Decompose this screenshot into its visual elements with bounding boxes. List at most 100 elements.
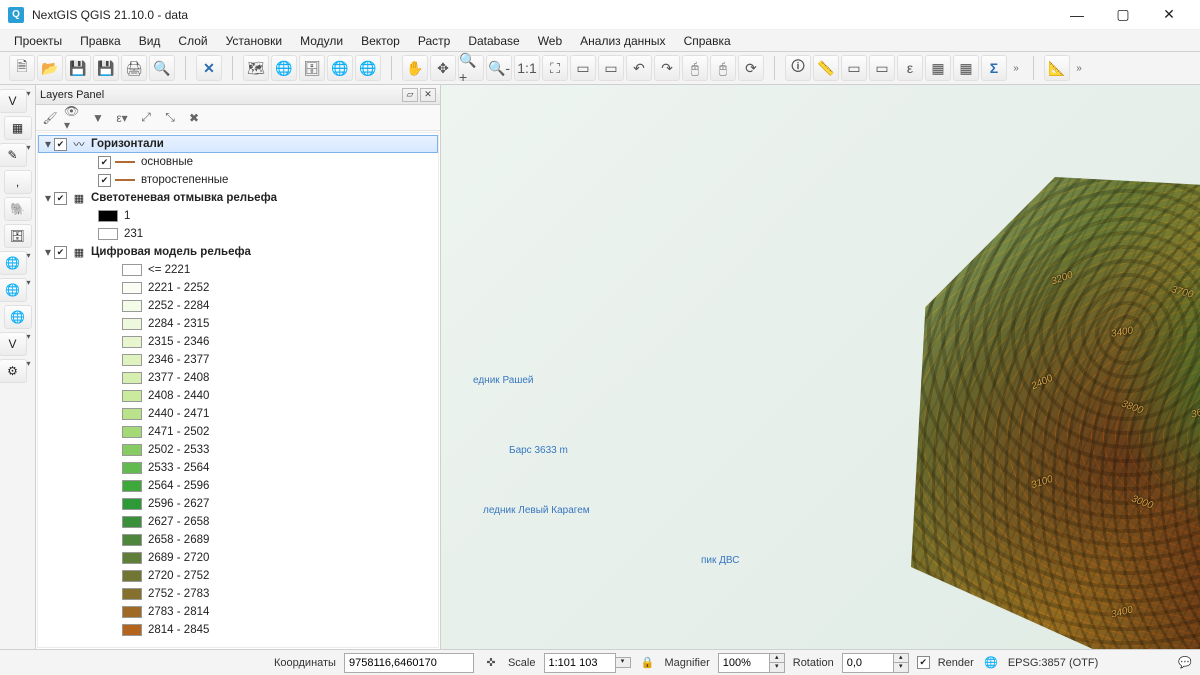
zoom-selection-button[interactable]: ▭ [570, 55, 596, 81]
crs-icon[interactable]: 🌐 [982, 654, 1000, 672]
legend-dem-class[interactable]: 2284 - 2315 [38, 315, 438, 333]
virtual-layer-button[interactable]: V [0, 332, 27, 356]
visibility-checkbox[interactable] [54, 192, 67, 205]
magnifier-input[interactable] [718, 653, 770, 673]
rotation-spinner[interactable]: ▴▾ [894, 653, 909, 673]
attribute-table-button[interactable]: ▦ [925, 55, 951, 81]
scale-input[interactable] [544, 653, 616, 673]
caret-icon[interactable]: ▾ [42, 191, 54, 205]
legend-dem-class[interactable]: 2408 - 2440 [38, 387, 438, 405]
menu-модули[interactable]: Модули [292, 32, 351, 50]
render-checkbox[interactable] [917, 656, 930, 669]
zoom-in-button[interactable]: 🔍+ [458, 55, 484, 81]
menu-database[interactable]: Database [460, 32, 527, 50]
zoom-full-button[interactable]: ⛶ [542, 55, 568, 81]
zoom-last-button[interactable]: ↶ [626, 55, 652, 81]
rotation-input[interactable] [842, 653, 894, 673]
menu-установки[interactable]: Установки [218, 32, 290, 50]
add-wfs-layer-button[interactable]: 🌐 [4, 305, 32, 329]
visibility-checkbox[interactable] [54, 246, 67, 259]
style-manager-icon[interactable]: 🖌 [40, 108, 60, 128]
filter-legend-icon[interactable]: ▼ [88, 108, 108, 128]
menu-web[interactable]: Web [530, 32, 570, 50]
identify-button[interactable]: 🖰 [710, 55, 736, 81]
add-spatialite-button[interactable]: 🗄 [4, 224, 32, 248]
add-wms-layer-button[interactable]: 🌐 [0, 251, 27, 275]
legend-dem-class[interactable]: 2720 - 2752 [38, 567, 438, 585]
legend-dem-class[interactable]: 2440 - 2471 [38, 405, 438, 423]
legend-hillshade-item[interactable]: 231 [38, 225, 438, 243]
refresh-map-button[interactable]: ⟳ [738, 55, 764, 81]
menu-вид[interactable]: Вид [131, 32, 169, 50]
menu-правка[interactable]: Правка [72, 32, 129, 50]
menu-справка[interactable]: Справка [676, 32, 739, 50]
panel-close-button[interactable]: ✕ [420, 88, 436, 102]
remove-layer-icon[interactable]: ✖ [184, 108, 204, 128]
scale-dropdown[interactable]: ▾ [616, 657, 631, 668]
legend-dem-class[interactable]: 2533 - 2564 [38, 459, 438, 477]
map-canvas[interactable]: 3200370034002900330027002400380036003500… [441, 85, 1200, 649]
add-wcs-button[interactable]: 🌐 [0, 278, 27, 302]
expand-all-icon[interactable]: ⤢ [136, 108, 156, 128]
legend-dem-class[interactable]: 2252 - 2284 [38, 297, 438, 315]
ruler-button[interactable]: 📐 [1044, 55, 1070, 81]
measure-button[interactable]: 📏 [813, 55, 839, 81]
toolbar-overflow-icon[interactable]: » [1009, 55, 1023, 81]
new-project-button[interactable]: 🗎 [9, 55, 35, 81]
add-vector-layer-button[interactable]: V [0, 89, 27, 113]
coords-input[interactable] [344, 653, 474, 673]
expression-select-button[interactable]: ε [897, 55, 923, 81]
menu-слой[interactable]: Слой [170, 32, 215, 50]
layer-dem[interactable]: ▾▦Цифровая модель рельефа [38, 243, 438, 261]
legend-dem-class[interactable]: <= 2221 [38, 261, 438, 279]
toolbar-overflow-icon[interactable]: » [1072, 55, 1086, 81]
panel-float-button[interactable]: ▱ [402, 88, 418, 102]
toggle-extents-icon[interactable]: ✜ [482, 654, 500, 672]
deselect-button[interactable]: ▭ [869, 55, 895, 81]
add-wfs-button[interactable]: 🌐 [355, 55, 381, 81]
legend-dem-class[interactable]: 2596 - 2627 [38, 495, 438, 513]
lock-scale-icon[interactable]: 🔒 [639, 654, 657, 672]
select-button[interactable]: ▭ [841, 55, 867, 81]
zoom-native-button[interactable]: 1:1 [514, 55, 540, 81]
menu-анализ данных[interactable]: Анализ данных [572, 32, 673, 50]
legend-dem-class[interactable]: 2752 - 2783 [38, 585, 438, 603]
identify-features-button[interactable]: 🛈 [785, 55, 811, 81]
layer-hillshade[interactable]: ▾▦Светотеневая отмывка рельефа [38, 189, 438, 207]
menu-растр[interactable]: Растр [410, 32, 458, 50]
save-as-button[interactable]: 💾 [93, 55, 119, 81]
minimize-button[interactable]: — [1054, 0, 1100, 30]
layer-tree[interactable]: ▾〰Горизонталиосновныевторостепенные▾▦Све… [37, 132, 439, 648]
legend-dem-class[interactable]: 2471 - 2502 [38, 423, 438, 441]
layer-contours[interactable]: ▾〰Горизонтали [38, 135, 438, 153]
open-project-button[interactable]: 📂 [37, 55, 63, 81]
messages-icon[interactable]: 💬 [1176, 654, 1194, 672]
close-button[interactable]: ✕ [1146, 0, 1192, 30]
processing-button[interactable]: ⚙ [0, 359, 27, 383]
manage-themes-icon[interactable]: 👁▾ [64, 108, 84, 128]
legend-dem-class[interactable]: 2689 - 2720 [38, 549, 438, 567]
legend-dem-class[interactable]: 2627 - 2658 [38, 513, 438, 531]
legend-dem-class[interactable]: 2221 - 2252 [38, 279, 438, 297]
crs-label[interactable]: EPSG:3857 (OTF) [1008, 657, 1098, 669]
add-vector-button[interactable]: 🗺 [243, 55, 269, 81]
legend-contours-item[interactable]: второстепенные [38, 171, 438, 189]
maximize-button[interactable]: ▢ [1100, 0, 1146, 30]
zoom-next-button[interactable]: ↷ [654, 55, 680, 81]
add-postgis-button[interactable]: 🐘 [4, 197, 32, 221]
legend-dem-class[interactable]: 2783 - 2814 [38, 603, 438, 621]
visibility-checkbox[interactable] [98, 156, 111, 169]
save-button[interactable]: 💾 [65, 55, 91, 81]
visibility-checkbox[interactable] [98, 174, 111, 187]
add-raster-button[interactable]: 🌐 [271, 55, 297, 81]
collapse-all-icon[interactable]: ⤡ [160, 108, 180, 128]
legend-dem-class[interactable]: 2658 - 2689 [38, 531, 438, 549]
print-composer-button[interactable]: 🖨 [121, 55, 147, 81]
legend-hillshade-item[interactable]: 1 [38, 207, 438, 225]
add-delimited-button[interactable]: , [4, 170, 32, 194]
digitize-button[interactable]: ✎ [0, 143, 27, 167]
zoom-layer-button[interactable]: ▭ [598, 55, 624, 81]
statistics-button[interactable]: Σ [981, 55, 1007, 81]
legend-contours-item[interactable]: основные [38, 153, 438, 171]
pan-selection-button[interactable]: ✥ [430, 55, 456, 81]
